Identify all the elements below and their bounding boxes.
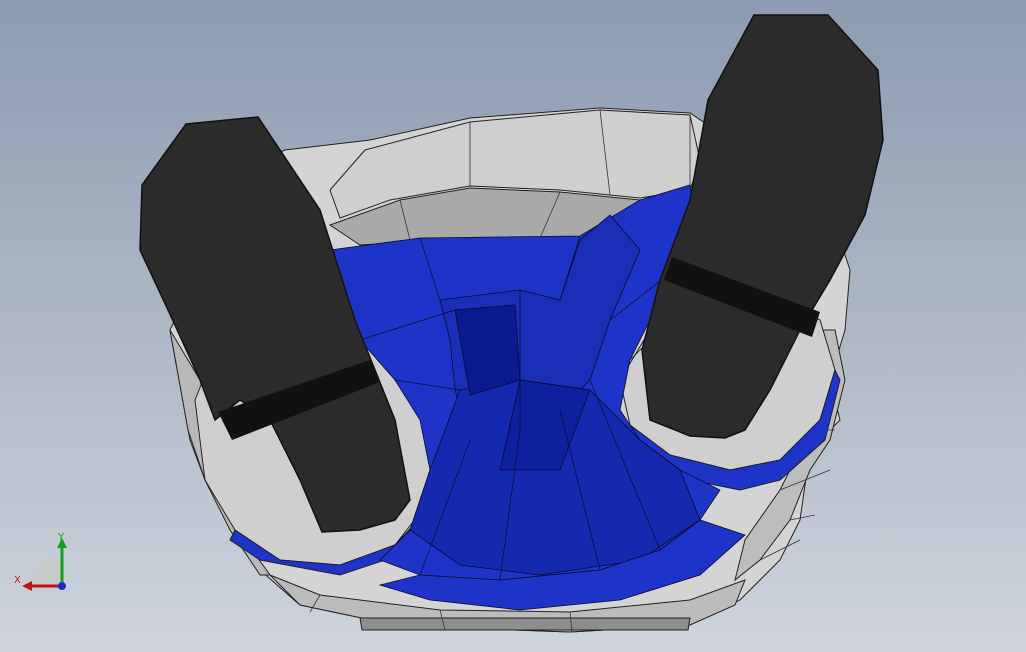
- 3d-model-view[interactable]: [0, 0, 1026, 652]
- y-axis-label: Y: [57, 532, 65, 543]
- z-axis-dot: [58, 582, 66, 590]
- view-triad: X Y: [14, 532, 67, 591]
- x-axis-label: X: [14, 575, 21, 586]
- graphics-viewport[interactable]: X Y: [0, 0, 1026, 652]
- triad-sphere-shade: [30, 556, 60, 586]
- shell-base-strip: [359, 617, 691, 631]
- x-axis-arrow: [22, 581, 32, 591]
